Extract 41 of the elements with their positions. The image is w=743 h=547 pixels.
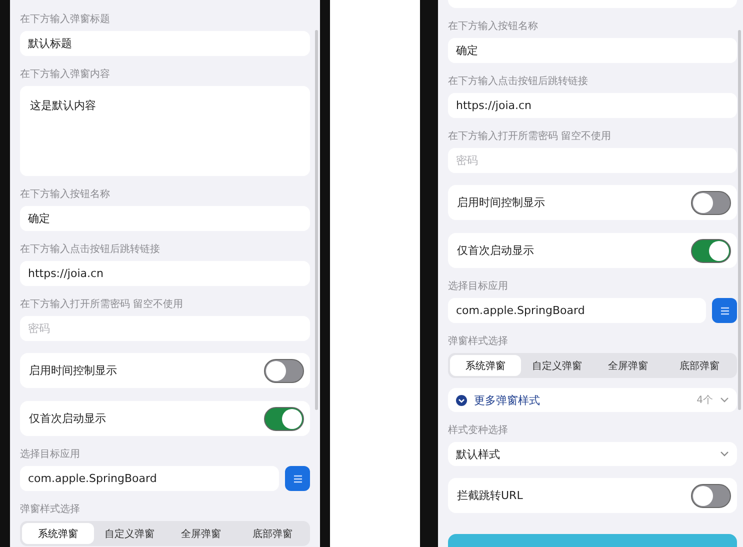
- toggle-label: 仅首次启动显示: [29, 411, 106, 426]
- segment-tab[interactable]: 底部弹窗: [236, 523, 308, 544]
- text-area[interactable]: 这是默认内容: [20, 86, 310, 176]
- toggle-label: 启用时间控制显示: [29, 363, 117, 378]
- toggle-label: 仅首次启动显示: [457, 243, 534, 258]
- field-label: 在下方输入点击按钮后跳转链接: [20, 244, 161, 256]
- text-field[interactable]: 确定: [448, 38, 737, 63]
- field-label: 弹窗样式选择: [20, 504, 81, 516]
- disclosure-label: 更多弹窗样式: [474, 392, 541, 408]
- app-field[interactable]: com.apple.SpringBoard: [20, 466, 279, 491]
- segment-tab[interactable]: 全屏弹窗: [165, 523, 236, 544]
- segment-tab[interactable]: 自定义弹窗: [94, 523, 165, 544]
- field-label: 选择目标应用: [448, 281, 509, 293]
- segment-tab[interactable]: 系统弹窗: [22, 523, 94, 544]
- field-label: 在下方输入按钮名称: [448, 21, 539, 33]
- app-field[interactable]: com.apple.SpringBoard: [448, 298, 706, 323]
- field-label: 在下方输入弹窗标题: [20, 14, 111, 26]
- field-label: 选择目标应用: [20, 449, 81, 461]
- select-field[interactable]: 默认样式: [448, 442, 737, 466]
- text-field[interactable]: https://joia.cn: [448, 93, 737, 118]
- field-label: 在下方输入按钮名称: [20, 189, 111, 201]
- disclosure-row[interactable]: 更多弹窗样式 4个: [448, 388, 737, 412]
- text-field[interactable]: https://joia.cn: [20, 261, 310, 286]
- text-field[interactable]: 确定: [20, 206, 310, 231]
- segment-tab[interactable]: 底部弹窗: [664, 355, 735, 376]
- text-field[interactable]: 密码: [448, 148, 737, 173]
- segment-tab[interactable]: 全屏弹窗: [592, 355, 664, 376]
- field-label: 在下方输入打开所需密码 留空不使用: [448, 131, 612, 143]
- field-label: 弹窗样式选择: [448, 336, 509, 348]
- count-label: 4个: [696, 394, 713, 407]
- select-value: 默认样式: [456, 446, 500, 462]
- field-label: 在下方输入点击按钮后跳转链接: [448, 76, 589, 88]
- text-field[interactable]: 密码: [20, 316, 310, 341]
- field-label: 样式变种选择: [448, 425, 509, 437]
- segment-tab[interactable]: 自定义弹窗: [521, 355, 592, 376]
- toggle-label: 启用时间控制显示: [457, 195, 545, 210]
- text-field[interactable]: 默认标题: [20, 31, 310, 56]
- field-label: 在下方输入弹窗内容: [20, 69, 111, 81]
- segment-tab[interactable]: 系统弹窗: [450, 355, 522, 376]
- toggle-label: 拦截跳转URL: [457, 488, 523, 503]
- field-label: 在下方输入打开所需密码 留空不使用: [20, 299, 184, 311]
